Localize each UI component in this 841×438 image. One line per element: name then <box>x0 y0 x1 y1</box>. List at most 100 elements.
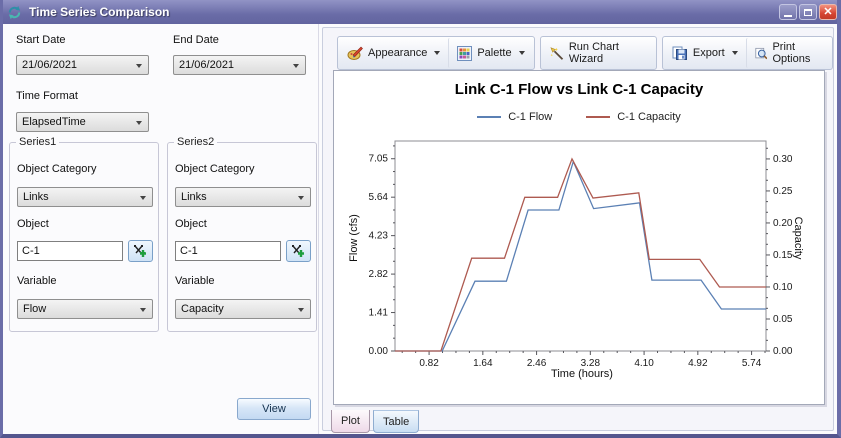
toolbar-group-output: Export Print Options <box>662 36 833 70</box>
y-axis-left-title: Flow (cfs) <box>348 198 360 278</box>
chevron-down-icon <box>298 308 304 312</box>
series1-group-title: Series1 <box>16 136 59 148</box>
y-left-tick-label: 0.00 <box>369 346 389 357</box>
y-left-tick-label: 2.82 <box>369 269 389 280</box>
maximize-icon <box>804 9 812 16</box>
tab-plot[interactable]: Plot <box>331 410 370 433</box>
series2-object-picker-button[interactable] <box>286 240 311 262</box>
series2-object-input[interactable] <box>175 241 281 261</box>
maximize-button[interactable] <box>799 4 817 20</box>
titlebar: Time Series Comparison ✕ <box>0 0 841 24</box>
series2-object-category-combobox[interactable]: Links <box>175 187 311 207</box>
time-series-comparison-window: Time Series Comparison ✕ Start Date 21/0… <box>0 0 841 438</box>
series2-object-category-value: Links <box>181 191 207 203</box>
y-right-tick-label: 0.30 <box>773 154 793 165</box>
content-area: Start Date 21/06/2021 End Date 21/06/202… <box>3 24 837 434</box>
time-format-value: ElapsedTime <box>22 116 86 128</box>
minimize-icon <box>784 15 792 17</box>
export-label: Export <box>693 47 725 59</box>
wizard-icon <box>550 46 564 61</box>
chevron-down-icon <box>140 308 146 312</box>
end-date-label: End Date <box>173 34 219 46</box>
start-date-label: Start Date <box>16 34 66 46</box>
y-right-tick-label: 0.05 <box>773 314 793 325</box>
y-left-tick-label: 5.64 <box>369 192 389 203</box>
end-date-combobox[interactable]: 21/06/2021 <box>173 55 306 75</box>
x-tick-label: 4.92 <box>688 358 708 369</box>
x-tick-label: 1.64 <box>473 358 493 369</box>
tab-table[interactable]: Table <box>373 410 419 433</box>
toolbar-group-style: Appearance Palette <box>337 36 535 70</box>
palette-icon <box>457 46 472 61</box>
chevron-down-icon <box>136 64 142 68</box>
close-icon: ✕ <box>823 7 832 18</box>
time-format-combobox[interactable]: ElapsedTime <box>16 112 149 132</box>
app-icon <box>7 5 22 20</box>
print-options-label: Print Options <box>772 41 823 65</box>
end-date-value: 21/06/2021 <box>179 59 234 71</box>
appearance-button[interactable]: Appearance <box>339 38 448 68</box>
chart-plot: 0.821.642.463.284.104.925.740.001.412.82… <box>334 71 824 404</box>
series1-object-label: Object <box>17 218 49 230</box>
window-title: Time Series Comparison <box>29 5 777 19</box>
print-options-button[interactable]: Print Options <box>746 38 831 68</box>
y-right-tick-label: 0.15 <box>773 250 793 261</box>
series1-variable-label: Variable <box>17 275 57 287</box>
series1-groupbox: Series1 Object Category Links Object <box>9 142 159 332</box>
chevron-down-icon <box>293 64 299 68</box>
y-right-tick-label: 0.00 <box>773 346 793 357</box>
x-tick-label: 5.74 <box>742 358 762 369</box>
minimize-button[interactable] <box>779 4 797 20</box>
start-date-combobox[interactable]: 21/06/2021 <box>16 55 149 75</box>
series-line-c-1-capacity <box>395 159 766 351</box>
series1-object-category-combobox[interactable]: Links <box>17 187 153 207</box>
series2-variable-value: Capacity <box>181 303 224 315</box>
y-left-tick-label: 7.05 <box>369 154 389 165</box>
series1-object-category-value: Links <box>23 191 49 203</box>
y-left-tick-label: 1.41 <box>369 308 389 319</box>
appearance-label: Appearance <box>368 47 427 59</box>
appearance-icon <box>347 46 363 61</box>
series1-object-input[interactable] <box>17 241 123 261</box>
chart-area: Link C-1 Flow vs Link C-1 Capacity C-1 F… <box>333 70 825 405</box>
select-object-icon <box>133 244 148 258</box>
x-axis-title: Time (hours) <box>512 368 652 380</box>
chevron-down-icon <box>519 51 525 55</box>
series2-variable-combobox[interactable]: Capacity <box>175 299 311 319</box>
run-chart-wizard-label: Run Chart Wizard <box>569 41 647 65</box>
series2-variable-label: Variable <box>175 275 215 287</box>
series1-variable-value: Flow <box>23 303 46 315</box>
chart-panel: Appearance Palette <box>322 27 834 431</box>
y-right-tick-label: 0.10 <box>773 282 793 293</box>
view-button[interactable]: View <box>237 398 311 420</box>
y-left-tick-label: 4.23 <box>369 231 389 242</box>
close-button[interactable]: ✕ <box>819 4 837 20</box>
series2-object-category-label: Object Category <box>175 163 254 175</box>
y-right-tick-label: 0.25 <box>773 186 793 197</box>
x-tick-label: 0.82 <box>419 358 439 369</box>
series2-object-label: Object <box>175 218 207 230</box>
export-button[interactable]: Export <box>664 38 746 68</box>
y-right-tick-label: 0.20 <box>773 218 793 229</box>
y-axis-right-title: Capacity <box>792 198 804 278</box>
palette-label: Palette <box>477 47 511 59</box>
export-icon <box>672 46 688 61</box>
chevron-down-icon <box>136 121 142 125</box>
series1-object-category-label: Object Category <box>17 163 96 175</box>
series2-group-title: Series2 <box>174 136 217 148</box>
start-date-value: 21/06/2021 <box>22 59 77 71</box>
chevron-down-icon <box>298 196 304 200</box>
run-chart-wizard-button[interactable]: Run Chart Wizard <box>542 38 655 68</box>
palette-button[interactable]: Palette <box>448 38 532 68</box>
toolbar-group-wizard: Run Chart Wizard <box>540 36 657 70</box>
plot-border <box>395 141 766 351</box>
chevron-down-icon <box>140 196 146 200</box>
chart-toolbar: Appearance Palette <box>337 36 833 70</box>
settings-panel: Start Date 21/06/2021 End Date 21/06/202… <box>3 24 319 434</box>
print-options-icon <box>755 46 768 61</box>
series2-groupbox: Series2 Object Category Links Object Var… <box>167 142 317 332</box>
series1-object-picker-button[interactable] <box>128 240 153 262</box>
chevron-down-icon <box>434 51 440 55</box>
series1-variable-combobox[interactable]: Flow <box>17 299 153 319</box>
view-tabs: Plot Table <box>331 410 419 433</box>
